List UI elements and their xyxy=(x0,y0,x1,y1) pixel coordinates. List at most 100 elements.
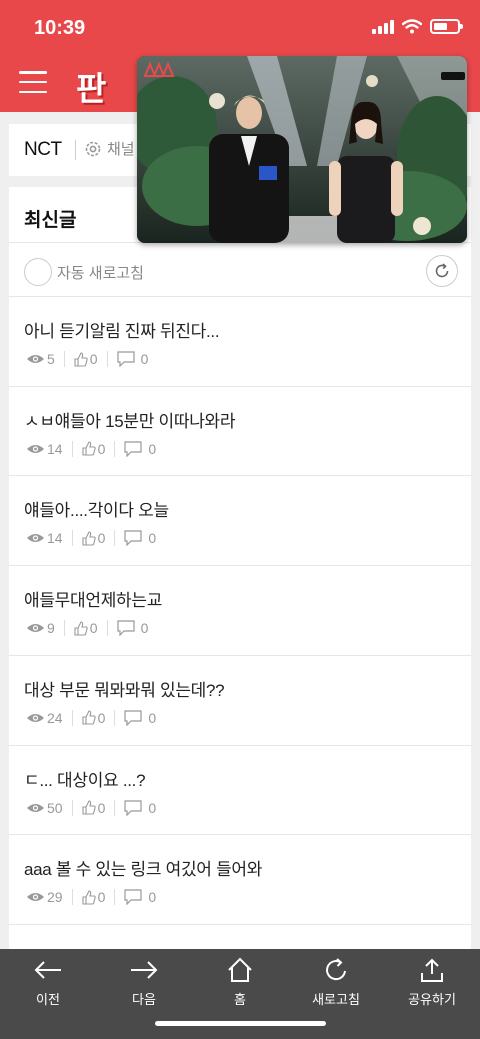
thumbs-up-icon xyxy=(82,531,96,546)
like-count: 0 xyxy=(82,441,105,457)
share-icon xyxy=(421,958,443,982)
comment-count: 0 xyxy=(124,530,157,547)
like-count-value: 0 xyxy=(97,889,106,906)
meta-divider xyxy=(114,530,116,547)
post-meta: 24 0 0 xyxy=(26,709,157,726)
list-item[interactable]: aaa 볼 수 있는 링크 여깄어 들어와 29 0 0 xyxy=(9,834,471,924)
comment-count-value: 0 xyxy=(148,530,157,547)
auto-refresh-label: 자동 새로고침 xyxy=(57,265,144,282)
eye-icon xyxy=(27,355,44,363)
view-count: 24 xyxy=(26,710,63,726)
like-count: 0 xyxy=(82,530,106,547)
view-count-value: 14 xyxy=(47,440,63,457)
thumbs-up-icon xyxy=(74,621,88,636)
like-count-value: 0 xyxy=(89,351,98,367)
meta-divider xyxy=(71,709,73,726)
thumbs-up-icon xyxy=(82,800,96,815)
comment-count-value: 0 xyxy=(148,709,157,726)
refresh-list-button[interactable] xyxy=(426,255,458,287)
meta-divider xyxy=(114,709,116,726)
arrow-left-icon xyxy=(34,961,61,979)
next-button[interactable]: 다음 xyxy=(96,955,192,1008)
post-list-card: 최신글 자동 새로고침 아니 듣기알림 진짜 뒤진다... 5 0 0 ㅅㅂ얘들아 15… xyxy=(9,187,471,957)
meta-divider xyxy=(71,530,73,547)
view-count: 50 xyxy=(26,800,63,816)
view-count-value: 14 xyxy=(47,530,63,547)
like-count: 0 xyxy=(74,620,98,636)
thumbs-up-icon xyxy=(82,890,96,905)
comment-icon xyxy=(124,441,142,457)
wifi-icon xyxy=(402,19,422,34)
list-item[interactable]: 아니 듣기알림 진짜 뒤진다... 5 0 0 xyxy=(9,296,471,386)
refresh-button[interactable]: 새로고침 xyxy=(288,955,384,1008)
post-meta: 29 0 0 xyxy=(26,889,157,906)
status-time: 10:39 xyxy=(34,17,86,39)
comment-count-value: 0 xyxy=(148,440,157,457)
meta-divider xyxy=(71,440,73,457)
list-item[interactable]: ㅅㅂ얘들아 15분만 이따나와라 14 0 0 xyxy=(9,385,471,476)
section-title: 최신글 xyxy=(24,210,77,231)
thumbs-up-icon xyxy=(82,710,96,725)
refresh-icon xyxy=(326,958,346,981)
like-count: 0 xyxy=(82,799,106,816)
view-count-value: 50 xyxy=(47,799,63,816)
channel-name[interactable]: NCT xyxy=(24,139,62,161)
view-count-value: 5 xyxy=(47,351,55,367)
home-indicator xyxy=(155,1021,326,1026)
post-meta: 14 0 0 xyxy=(26,440,156,457)
video-player[interactable] xyxy=(137,56,467,243)
share-button[interactable]: 공유하기 xyxy=(384,955,480,1008)
list-item[interactable]: 애들무대언제하는교 9 0 0 xyxy=(9,565,471,655)
cellular-signal-icon xyxy=(372,19,394,34)
meta-divider xyxy=(71,799,73,816)
refresh-label: 새로고침 xyxy=(312,992,360,1007)
like-count: 0 xyxy=(82,889,106,906)
app-logo[interactable]: 판 xyxy=(76,62,106,110)
comment-count: 0 xyxy=(124,800,156,816)
post-title: 얘들아....각이다 오늘 xyxy=(24,501,169,521)
comment-count-value: 0 xyxy=(148,889,157,906)
home-icon xyxy=(228,957,252,982)
post-title: 애들무대언제하는교 xyxy=(24,591,163,611)
channel-divider xyxy=(75,140,76,160)
meta-divider xyxy=(63,351,65,367)
refresh-icon xyxy=(435,263,449,278)
post-meta: 5 0 0 xyxy=(26,351,148,367)
comment-icon xyxy=(124,889,142,906)
like-count: 0 xyxy=(82,710,105,726)
comment-icon xyxy=(124,799,142,816)
menu-button[interactable] xyxy=(19,71,47,93)
channel-settings-button[interactable]: 채널 xyxy=(83,138,135,159)
comment-count: 0 xyxy=(116,351,148,367)
eye-icon xyxy=(27,803,44,812)
thumbs-up-icon xyxy=(82,441,96,456)
gear-icon xyxy=(85,141,101,156)
like-count-value: 0 xyxy=(97,799,106,816)
comment-icon xyxy=(124,530,142,547)
view-count: 29 xyxy=(26,889,63,905)
list-item[interactable]: 대상 부문 뭐뫄뫄뭐 있는데?? 24 0 0 xyxy=(9,654,471,745)
post-meta: 9 0 0 xyxy=(26,620,148,637)
view-count: 9 xyxy=(26,620,55,636)
meta-divider xyxy=(106,620,108,637)
comment-icon xyxy=(116,620,135,637)
next-label: 다음 xyxy=(132,992,156,1007)
status-icons xyxy=(372,19,463,34)
list-item[interactable]: ㄷ... 대상이요 ...? 50 0 0 xyxy=(9,744,471,835)
share-label: 공유하기 xyxy=(408,992,456,1007)
like-count-value: 0 xyxy=(89,620,98,637)
auto-refresh-toggle[interactable] xyxy=(24,258,52,286)
home-button[interactable]: 홈 xyxy=(192,955,288,1008)
eye-icon xyxy=(27,713,44,722)
view-count: 5 xyxy=(26,351,55,367)
meta-divider xyxy=(114,799,116,816)
prev-button[interactable]: 이전 xyxy=(0,955,96,1008)
meta-divider xyxy=(63,620,65,637)
arrow-right-icon xyxy=(131,961,158,979)
like-count-value: 0 xyxy=(97,530,106,547)
comment-count: 0 xyxy=(124,441,156,457)
post-meta: 14 0 0 xyxy=(26,530,157,547)
list-item[interactable]: 얘들아....각이다 오늘 14 0 0 xyxy=(9,475,471,565)
hamburger-icon xyxy=(19,71,47,74)
post-title: aaa 볼 수 있는 링크 여깄어 들어와 xyxy=(24,860,263,880)
